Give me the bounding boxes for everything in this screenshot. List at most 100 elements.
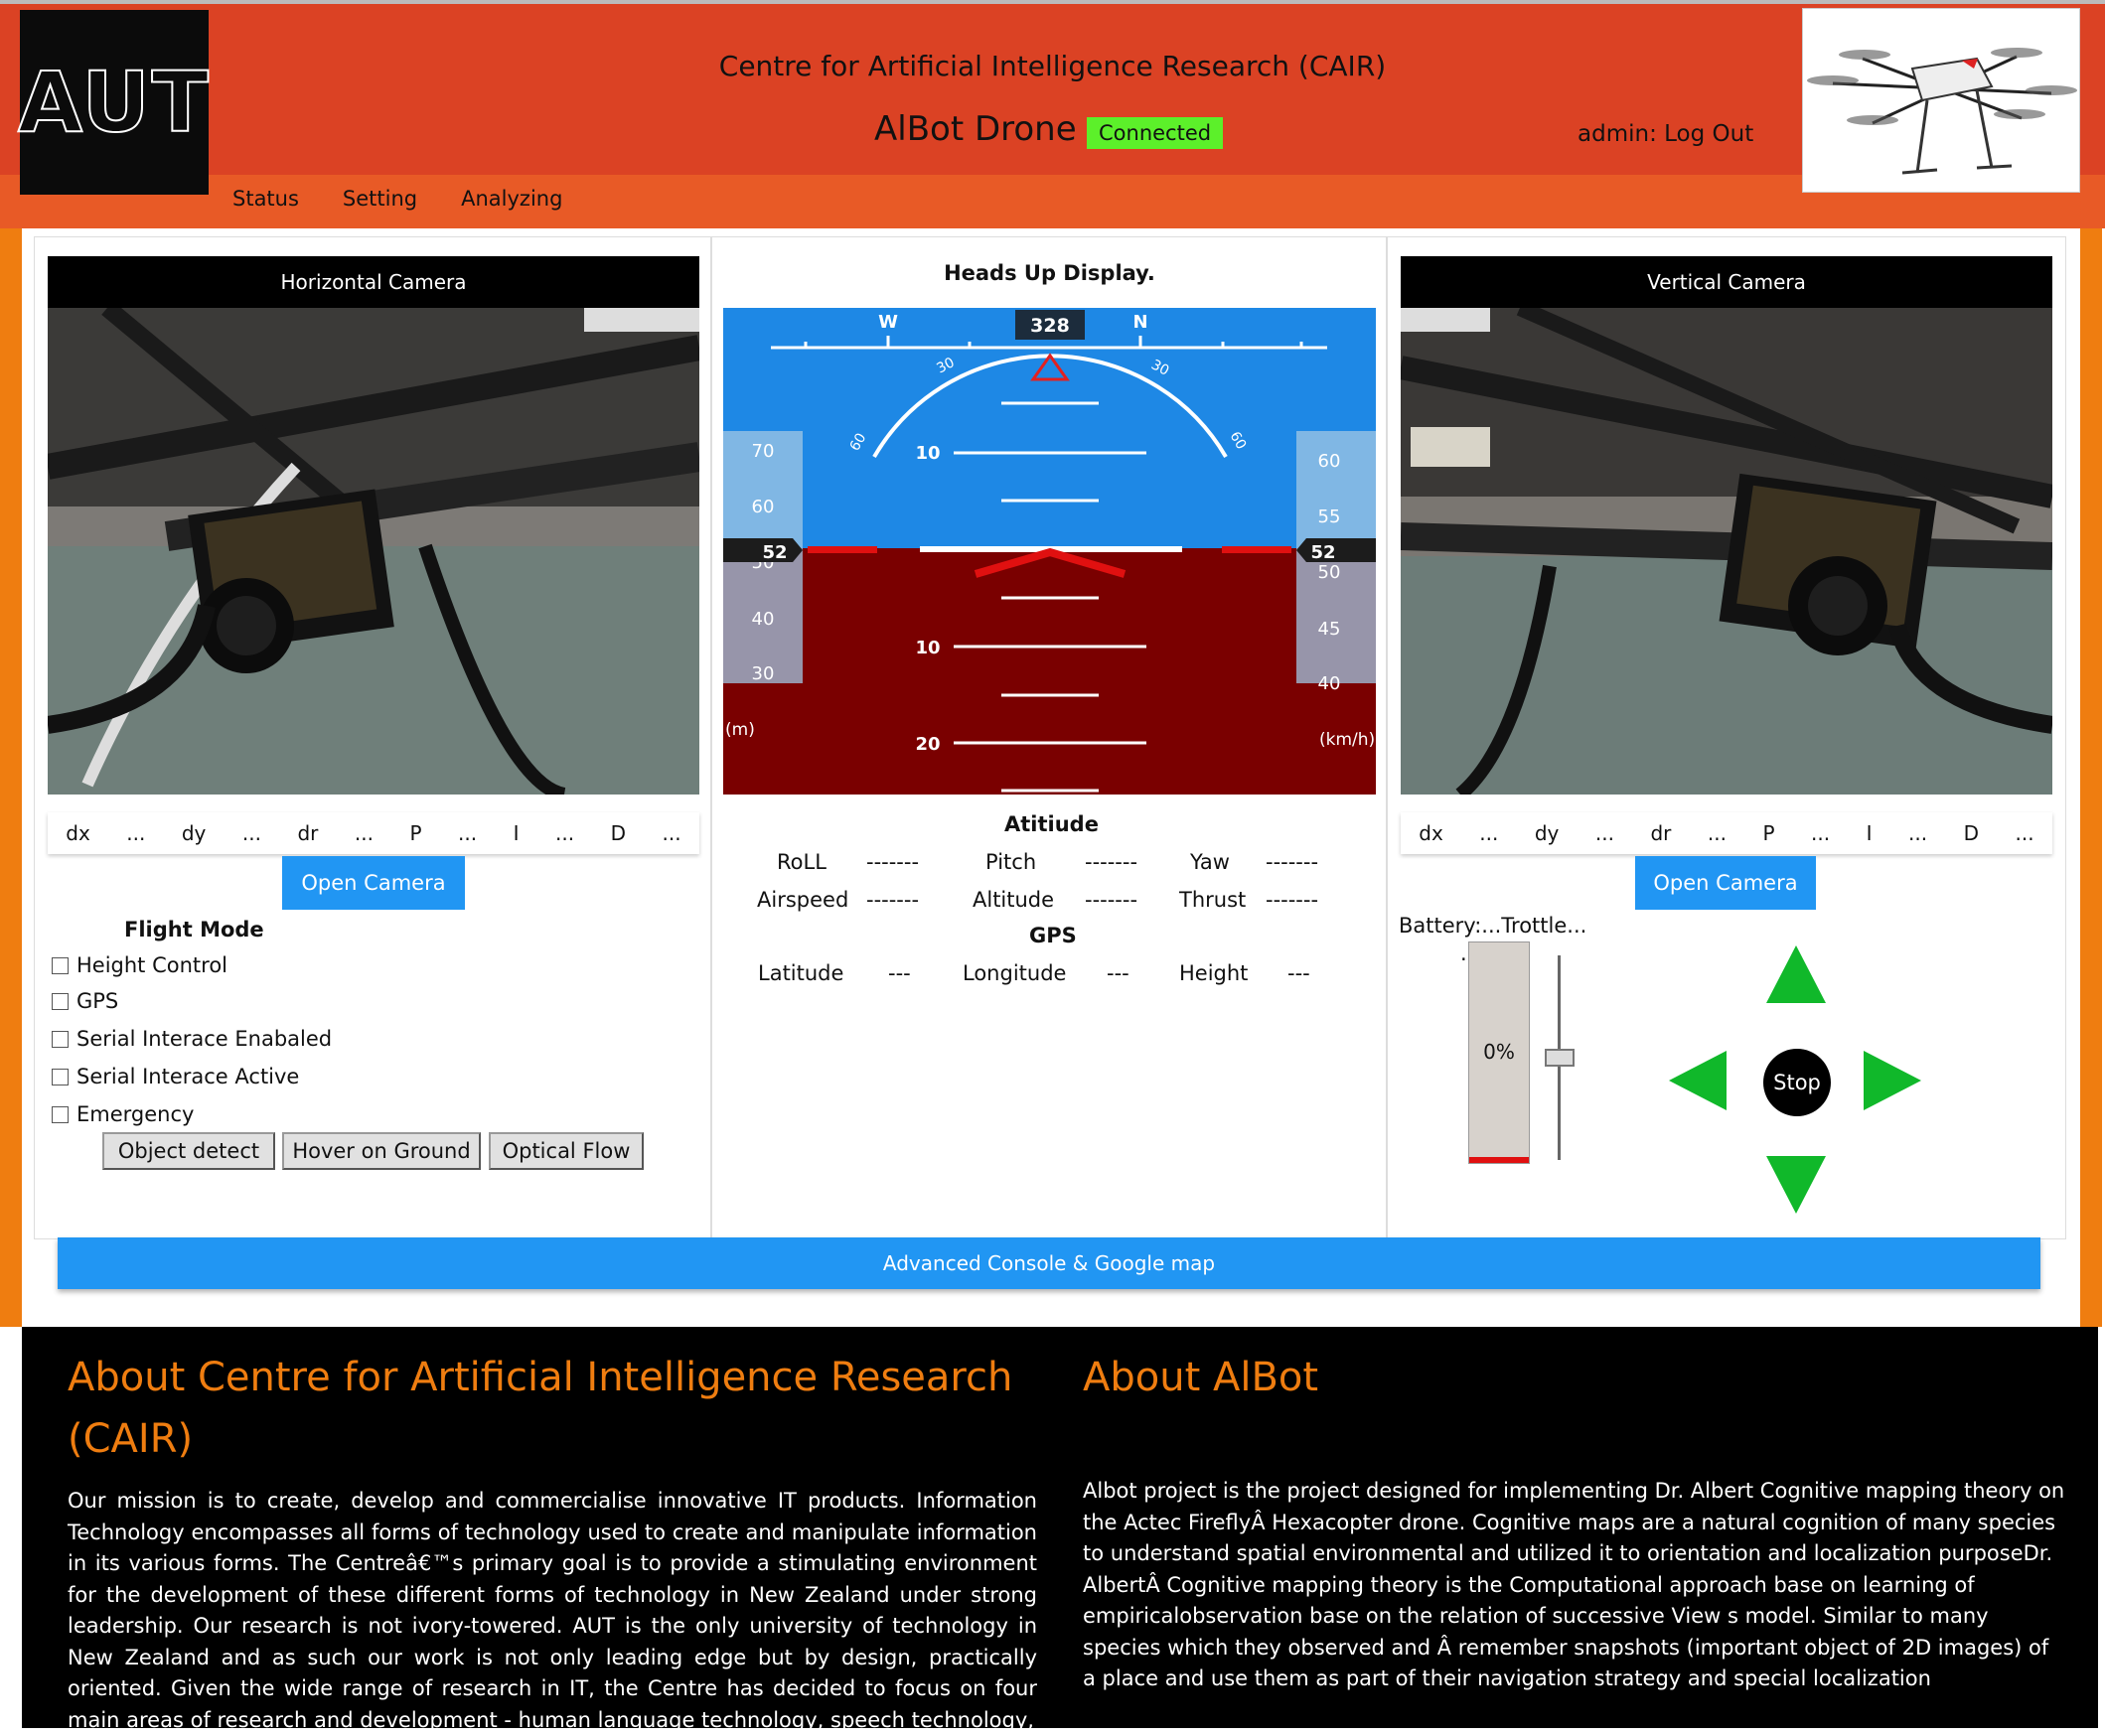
compass-n-label: N	[1132, 312, 1147, 333]
hover-on-ground-button[interactable]: Hover on Ground	[282, 1132, 481, 1170]
speed-tick-60: 60	[1318, 451, 1341, 472]
emergency-option: Emergency	[52, 1102, 194, 1126]
gps-label: GPS	[76, 989, 119, 1013]
altitude-tick-70: 70	[752, 441, 775, 462]
gps-option: GPS	[52, 989, 118, 1013]
altitude-tick-40: 40	[752, 609, 775, 630]
pid-p-label: P	[409, 821, 422, 845]
vertical-camera-title: Vertical Camera	[1401, 256, 2052, 308]
thrust-value: -------	[1266, 888, 1319, 912]
airspeed-value: -------	[866, 888, 920, 912]
drone-image	[1802, 8, 2080, 193]
flight-mode-title: Flight Mode	[124, 918, 264, 941]
speed-tick-45: 45	[1318, 619, 1341, 640]
object-detect-button[interactable]: Object detect	[102, 1132, 275, 1170]
open-vertical-camera-button[interactable]: Open Camera	[1635, 856, 1816, 910]
height-control-option: Height Control	[52, 953, 227, 977]
pitch-down-10: 10	[915, 638, 940, 658]
heading-value: 328	[1030, 315, 1070, 337]
serial-enabled-checkbox[interactable]	[52, 1030, 69, 1048]
advanced-console-button[interactable]: Advanced Console & Google map	[58, 1237, 2040, 1289]
horizontal-pid-row: dx ... dy ... dr ... P ... I ... D ...	[48, 812, 699, 854]
altitude-value-text: -------	[1085, 888, 1138, 912]
main-nav: Status Setting Analyzing	[232, 187, 562, 211]
org-title: Centre for Artificial Intelligence Resea…	[718, 50, 1387, 82]
battery-low-bar	[1469, 1157, 1529, 1163]
aut-logo: AUT	[17, 10, 210, 195]
pid-d-value: ...	[662, 821, 681, 845]
hud-canvas: W N 328 30 30 60 60 10 10 20 70 60 50 40…	[723, 308, 1376, 795]
pid-d-label: D	[610, 821, 626, 845]
logout-link[interactable]: admin: Log Out	[1578, 121, 1753, 147]
nav-status[interactable]: Status	[232, 187, 299, 211]
height-label: Height	[1179, 961, 1249, 985]
pid-i-label: I	[513, 821, 520, 845]
pitch-value: -------	[1085, 850, 1138, 874]
pid-d-label: D	[1963, 821, 1979, 845]
roll-label: RoLL	[777, 850, 827, 874]
optical-flow-button[interactable]: Optical Flow	[489, 1132, 644, 1170]
about-cair-text: Our mission is to create, develop and co…	[68, 1489, 1037, 1732]
pid-dr-value: ...	[354, 821, 374, 845]
pid-dy-label: dy	[181, 821, 207, 845]
throttle-slider[interactable]	[1545, 1049, 1575, 1067]
emergency-label: Emergency	[76, 1102, 195, 1126]
latitude-value: ---	[888, 961, 911, 985]
pid-dx-value: ...	[1479, 821, 1499, 845]
about-albot-text: Albot project is the project designed fo…	[1083, 1479, 2065, 1690]
serial-active-checkbox[interactable]	[52, 1068, 69, 1085]
pitch-up-10: 10	[915, 443, 940, 464]
arrow-up-icon[interactable]	[1766, 945, 1826, 1003]
altitude-tick-60: 60	[752, 497, 775, 517]
pid-dy-value: ...	[241, 821, 261, 845]
roll-value: -------	[866, 850, 920, 874]
connection-status-badge: Connected	[1087, 117, 1224, 149]
right-border	[2080, 228, 2102, 1327]
pid-i-label: I	[1866, 821, 1873, 845]
gps-checkbox[interactable]	[52, 992, 69, 1010]
battery-percent: 0%	[1483, 1040, 1515, 1064]
arrow-right-icon[interactable]	[1864, 1051, 1921, 1110]
about-albot-heading: About AlBot	[1083, 1355, 1319, 1400]
open-horizontal-camera-button[interactable]: Open Camera	[282, 856, 465, 910]
longitude-value: ---	[1107, 961, 1129, 985]
arrow-down-icon[interactable]	[1766, 1156, 1826, 1214]
pid-dr-value: ...	[1707, 821, 1727, 845]
stop-button[interactable]: Stop	[1763, 1049, 1831, 1116]
speed-tick-40: 40	[1318, 673, 1341, 694]
serial-active-option: Serial Interace Active	[52, 1065, 299, 1088]
pid-p-value: ...	[458, 821, 478, 845]
vertical-pid-row: dx ... dy ... dr ... P ... I ... D ...	[1401, 812, 2052, 854]
pitch-down-20: 20	[915, 734, 940, 755]
latitude-label: Latitude	[758, 961, 844, 985]
pid-i-value: ...	[1908, 821, 1928, 845]
height-control-checkbox[interactable]	[52, 956, 69, 974]
height-value: ---	[1287, 961, 1310, 985]
header-bar: AUT Centre for Artificial Intelligence R…	[0, 0, 2105, 228]
horizontal-camera-feed	[48, 308, 699, 795]
pid-dx-value: ...	[126, 821, 146, 845]
serial-active-label: Serial Interace Active	[76, 1065, 300, 1088]
pid-i-value: ...	[555, 821, 575, 845]
emergency-checkbox[interactable]	[52, 1105, 69, 1123]
pitch-label: Pitch	[985, 850, 1037, 874]
page: { "header": { "logo_text": "AUT", "org_t…	[0, 0, 2105, 1732]
about-cair-heading: About Centre for Artificial Intelligence…	[68, 1355, 1013, 1462]
compass-w-label: W	[878, 312, 898, 333]
height-control-label: Height Control	[76, 953, 228, 977]
pid-p-label: P	[1762, 821, 1775, 845]
hud-title: Heads Up Display.	[944, 261, 1155, 285]
serial-enabled-option: Serial Interace Enabaled	[52, 1027, 332, 1051]
pid-dr-label: dr	[297, 821, 319, 845]
horizontal-camera-title: Horizontal Camera	[48, 256, 699, 308]
battery-gauge: 0%	[1468, 941, 1530, 1164]
nav-analyzing[interactable]: Analyzing	[461, 187, 562, 211]
longitude-label: Longitude	[963, 961, 1067, 985]
nav-setting[interactable]: Setting	[343, 187, 417, 211]
attitude-title: Atitiude	[1004, 812, 1099, 836]
battery-throttle-label: Battery:...Trottle...	[1399, 914, 1587, 938]
left-border	[0, 228, 22, 1327]
speed-value: 52	[1310, 542, 1335, 563]
pid-p-value: ...	[1811, 821, 1831, 845]
arrow-left-icon[interactable]	[1669, 1051, 1727, 1110]
